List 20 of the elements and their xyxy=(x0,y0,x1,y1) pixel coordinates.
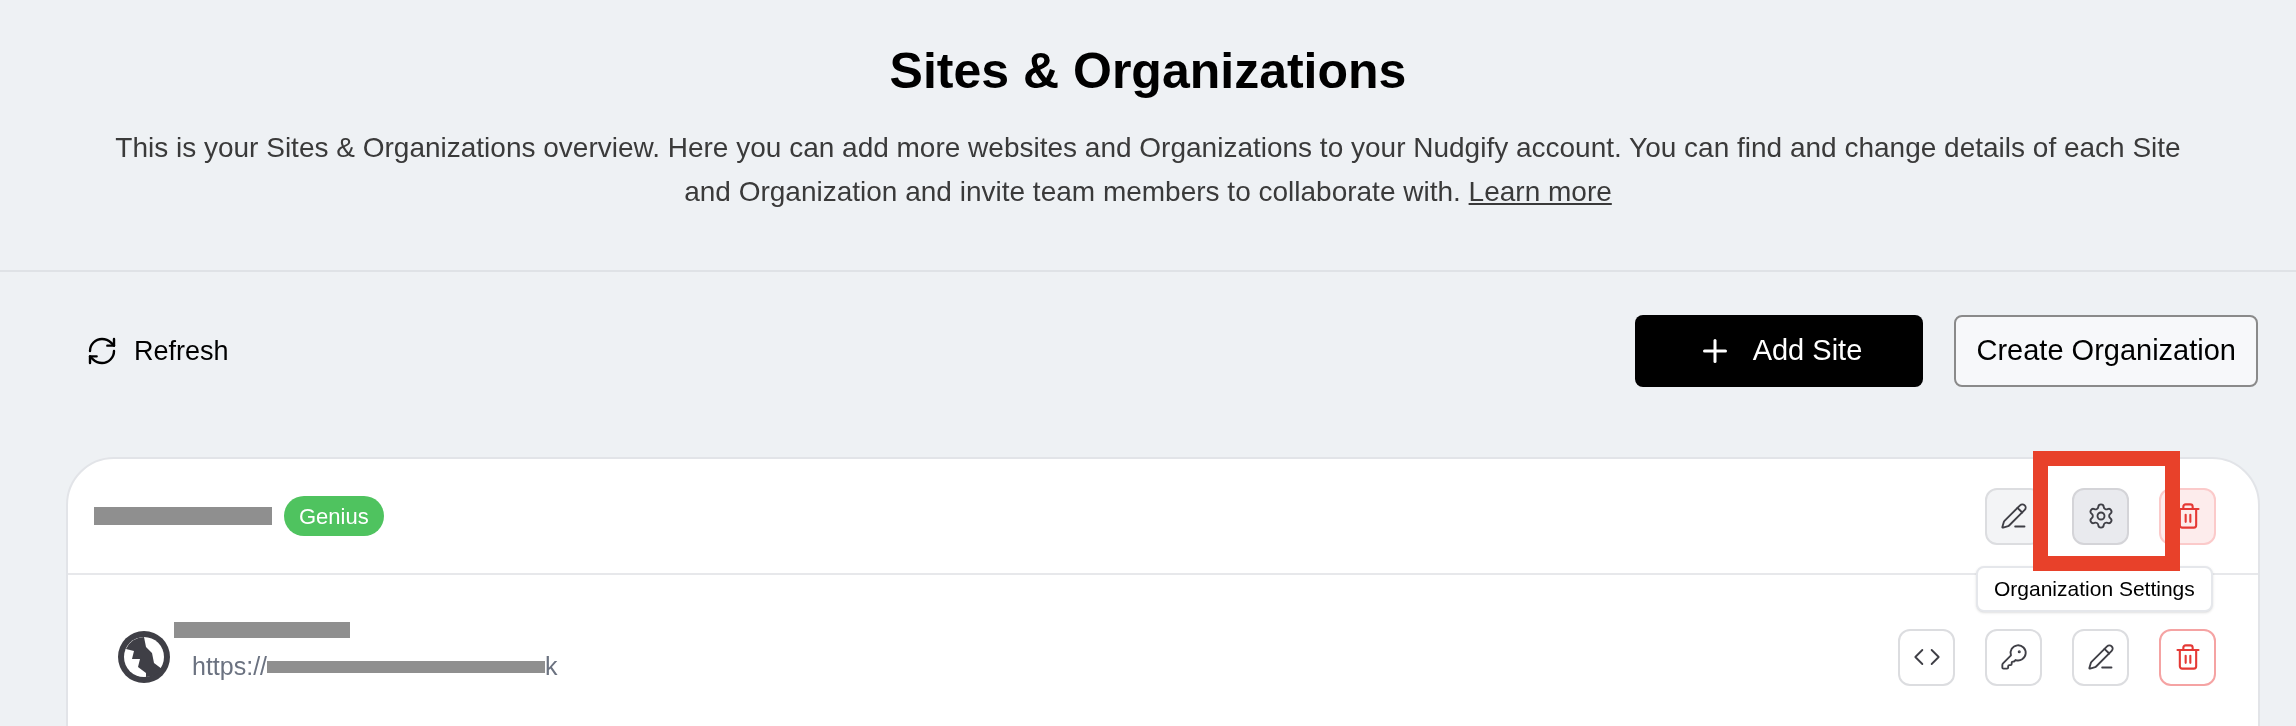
page-title: Sites & Organizations xyxy=(889,46,1407,96)
add-site-button[interactable]: Add Site xyxy=(1635,315,1924,387)
key-icon xyxy=(1999,643,2028,671)
site-url-end: k xyxy=(545,651,558,683)
settings-button[interactable] xyxy=(2072,487,2129,545)
plan-badge: Genius xyxy=(284,496,384,536)
create-organization-button[interactable]: Create Organization xyxy=(1954,315,2258,387)
page-description: This is your Sites & Organizations overview. Here you can add more websites and Organizations to your Nudgify account. You can find and change details of each Site and Organization and invite team members to collaborate with. Learn more xyxy=(114,131,2182,209)
pencil-icon xyxy=(2086,643,2115,671)
site-url-start: https:// xyxy=(192,651,268,683)
code-button[interactable] xyxy=(1898,628,1955,686)
edit-button[interactable] xyxy=(2072,628,2129,686)
learn-more-link[interactable]: Learn more xyxy=(1468,176,1612,207)
refresh-button[interactable]: Refresh xyxy=(86,330,229,372)
pencil-icon xyxy=(1999,502,2028,530)
key-button[interactable] xyxy=(1985,628,2042,686)
refresh-icon xyxy=(86,335,118,367)
tooltip: Organization Settings xyxy=(1976,566,2213,612)
delete-button[interactable] xyxy=(2159,628,2216,686)
globe-icon xyxy=(116,629,172,685)
